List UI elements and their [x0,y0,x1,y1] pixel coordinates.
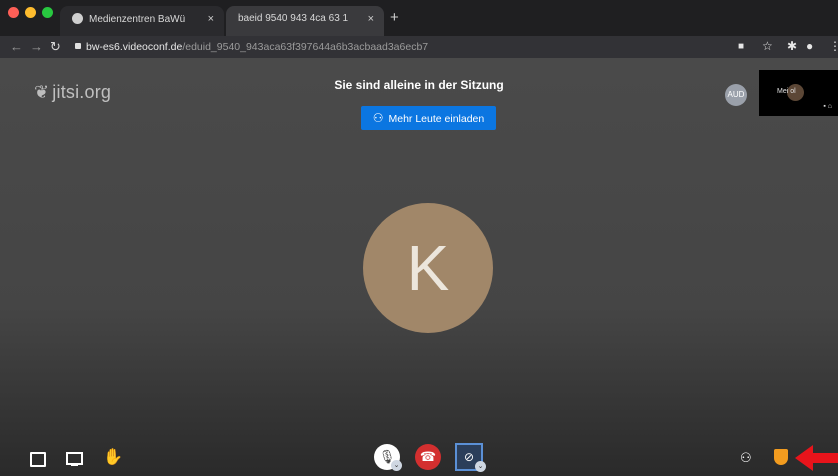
window-minimize-button[interactable] [25,7,36,18]
reload-icon[interactable]: ↻ [50,39,61,55]
bookmark-star-icon[interactable]: ☆ [762,39,773,53]
back-arrow-icon[interactable]: ← [10,39,23,54]
hangup-button[interactable]: ☎ [415,444,441,470]
invite-more-people-button[interactable]: ⚇ Mehr Leute einladen [361,106,496,130]
browser-tab-bar: Medienzentren BaWü × baeid 9540 943 4ca … [0,0,838,36]
invite-label: Mehr Leute einladen [388,113,485,125]
tab-close-icon[interactable]: × [368,13,374,25]
microphone-button[interactable]: 🎙︎ ⌄ [374,444,402,471]
window-zoom-button[interactable] [42,7,53,18]
camera-off-icon: ⊘ [463,450,475,464]
tab-label: Medienzentren BaWü [89,14,186,25]
url-domain: bw-es6.videoconf.de [86,41,183,53]
tab-close-icon[interactable]: × [208,13,214,25]
local-video-thumbnail[interactable]: Mei ol ▪ ⌂ [759,70,838,116]
participant-avatar: K [363,203,493,333]
extensions-icon[interactable]: ✱ [787,39,797,53]
url-path: /eduid_9540_943aca63f397644a6b3acbaad3a6… [182,41,429,53]
meeting-stage: ❦ jitsi.org Sie sind alleine in der Sitzu… [0,58,838,476]
favicon-icon [72,13,83,24]
audience-avatar[interactable]: AUD [725,84,747,106]
url-field[interactable]: bw-es6.videoconf.de/eduid_9540_943aca63f… [86,41,428,53]
tab-label: baeid 9540 943 4ca 63 1 [238,13,349,24]
chat-icon[interactable] [30,452,46,467]
thumbnail-name: Mei ol [777,88,796,95]
menu-dots-icon[interactable]: ⋮ [829,39,838,53]
browser-tab-1[interactable]: Medienzentren BaWü × [60,6,224,36]
hangup-icon: ☎ [419,449,437,464]
lock-icon[interactable] [75,43,81,49]
raise-hand-icon[interactable]: ✋ [103,447,123,467]
alone-message: Sie sind alleine in der Sitzung [334,78,504,92]
thumbnail-status-icons: ▪ ⌂ [823,103,832,110]
mic-options-icon[interactable]: ⌄ [391,460,402,471]
address-bar: ← → ↻ bw-es6.videoconf.de/eduid_9540_943… [0,36,838,58]
red-arrow-annotation [795,445,838,471]
forward-arrow-icon[interactable]: → [30,39,43,54]
profile-icon[interactable]: ● [806,39,813,53]
add-people-icon: ⚇ [372,111,384,125]
screenshare-icon[interactable] [66,452,83,466]
camera-button[interactable]: ⊘ ⌄ [455,443,486,472]
camera-options-icon[interactable]: ⌄ [475,461,486,472]
shield-icon[interactable] [774,449,788,465]
browser-tab-2[interactable]: baeid 9540 943 4ca 63 1 × [226,6,384,36]
participants-icon[interactable]: ⚇ [740,450,752,466]
camera-permission-icon[interactable]: ■ [738,41,744,52]
new-tab-button[interactable]: + [390,9,399,26]
window-close-button[interactable] [8,7,19,18]
